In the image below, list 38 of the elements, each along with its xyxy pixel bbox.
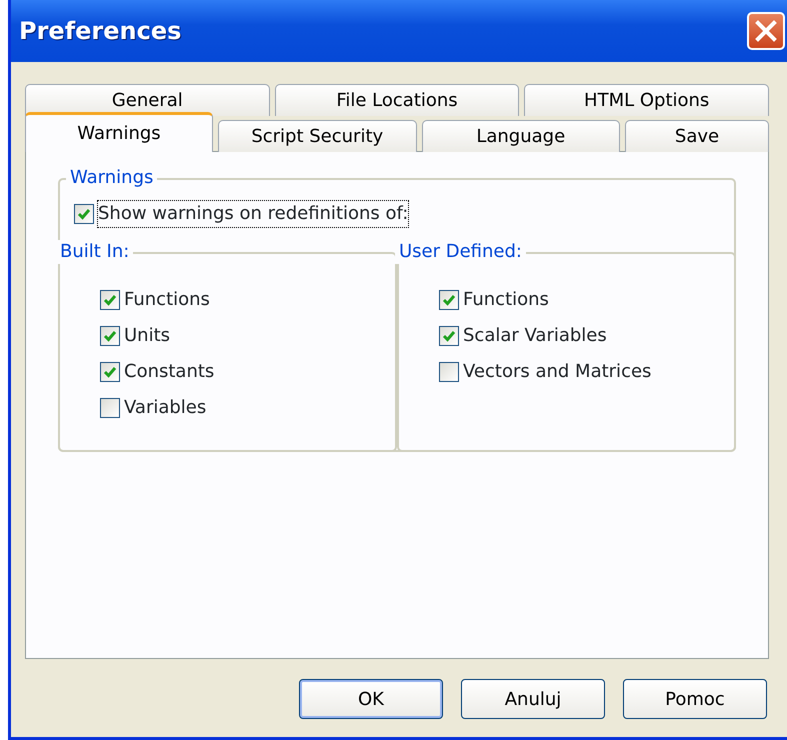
checkbox-label: Scalar Variables bbox=[463, 324, 607, 348]
checkmark-icon bbox=[442, 293, 456, 307]
checkbox[interactable] bbox=[100, 290, 120, 310]
checkmark-icon bbox=[442, 329, 456, 343]
checkbox-label: Units bbox=[124, 324, 170, 348]
dialog-button[interactable]: OK bbox=[299, 679, 443, 719]
dialog-button[interactable]: Pomoc bbox=[623, 679, 767, 719]
checkbox-label: Functions bbox=[463, 288, 549, 312]
window-title: Preferences bbox=[19, 16, 182, 47]
checkbox-label: Show warnings on redefinitions of: bbox=[98, 201, 408, 227]
checkbox[interactable] bbox=[74, 204, 94, 224]
group-title: Warnings bbox=[66, 166, 158, 190]
tab[interactable]: Warnings bbox=[25, 112, 213, 152]
checkbox[interactable] bbox=[100, 398, 120, 418]
dialog-button[interactable]: Anuluj bbox=[461, 679, 605, 719]
checkbox[interactable] bbox=[439, 326, 459, 346]
checkmark-icon bbox=[103, 329, 117, 343]
close-icon bbox=[754, 19, 778, 43]
checkbox[interactable] bbox=[100, 326, 120, 346]
tab[interactable]: HTML Options bbox=[524, 84, 770, 116]
checkmark-icon bbox=[77, 207, 91, 221]
tab[interactable]: Script Security bbox=[218, 120, 416, 152]
tab[interactable]: File Locations bbox=[274, 84, 520, 116]
checkbox[interactable] bbox=[439, 290, 459, 310]
checkmark-icon bbox=[103, 293, 117, 307]
checkbox-label: Vectors and Matrices bbox=[463, 360, 652, 384]
group-title: Built In: bbox=[56, 240, 134, 264]
group-title: User Defined: bbox=[395, 240, 526, 264]
checkbox[interactable] bbox=[439, 362, 459, 382]
checkbox-label: Variables bbox=[124, 396, 206, 420]
tab[interactable]: Language bbox=[422, 120, 620, 152]
checkbox-label: Constants bbox=[124, 360, 214, 384]
tab[interactable]: Save bbox=[625, 120, 769, 152]
checkbox[interactable] bbox=[100, 362, 120, 382]
close-button[interactable] bbox=[747, 12, 785, 50]
checkmark-icon bbox=[103, 365, 117, 379]
tab[interactable]: General bbox=[25, 84, 270, 116]
checkbox-label: Functions bbox=[124, 288, 210, 312]
